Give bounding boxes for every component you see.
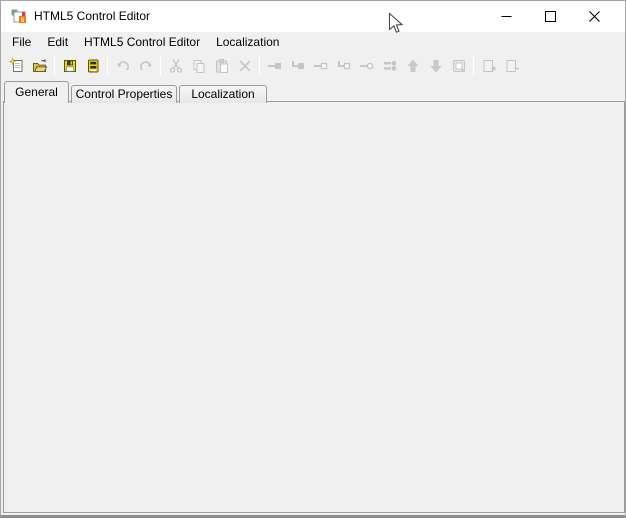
tab-strip: General Control Properties Localization: [4, 81, 269, 103]
redo-icon: [134, 55, 157, 78]
close-button[interactable]: [572, 1, 616, 31]
move-down-icon: [424, 55, 447, 78]
add-localization-icon: [477, 55, 500, 78]
connect-open-icon: [309, 55, 332, 78]
undo-icon: [111, 55, 134, 78]
copy-icon: [187, 55, 210, 78]
save-icon[interactable]: [58, 55, 81, 78]
toolbar: [1, 52, 625, 80]
close-icon: [588, 10, 600, 22]
open-icon[interactable]: [28, 55, 51, 78]
tab-localization[interactable]: Localization: [179, 85, 267, 103]
window-title: HTML5 Control Editor: [34, 9, 151, 23]
remove-localization-icon: [500, 55, 523, 78]
tab-general[interactable]: General: [4, 81, 69, 103]
minimize-button[interactable]: [484, 1, 528, 31]
tab-control-properties[interactable]: Control Properties: [71, 85, 177, 103]
menu-localization[interactable]: Localization: [208, 32, 287, 52]
maximize-button[interactable]: [528, 1, 572, 31]
new-icon[interactable]: [5, 55, 28, 78]
connect-elbow-open-icon: [332, 55, 355, 78]
toolbar-separator: [259, 56, 260, 76]
app-window: 5 HTML5 Control Editor File Edit HTML5 C…: [0, 0, 626, 518]
connect-elbow-filled-icon: [286, 55, 309, 78]
save-all-icon[interactable]: [81, 55, 104, 78]
menu-file[interactable]: File: [4, 32, 39, 52]
toolbar-separator: [54, 56, 55, 76]
connect-filled-icon: [263, 55, 286, 78]
title-bar: 5 HTML5 Control Editor: [1, 1, 625, 32]
menu-html5-control-editor[interactable]: HTML5 Control Editor: [76, 32, 208, 52]
toolbar-separator: [160, 56, 161, 76]
paste-icon: [210, 55, 233, 78]
toolbar-separator: [473, 56, 474, 76]
toolbar-separator: [107, 56, 108, 76]
tab-page-general: [3, 101, 625, 513]
connect-circle-icon: [355, 55, 378, 78]
delete-icon: [233, 55, 256, 78]
move-up-icon: [401, 55, 424, 78]
menu-edit[interactable]: Edit: [39, 32, 76, 52]
app-icon: 5: [11, 9, 26, 24]
cut-icon: [164, 55, 187, 78]
minimize-icon: [501, 15, 511, 17]
bind-properties-icon: [378, 55, 401, 78]
menu-bar: File Edit HTML5 Control Editor Localizat…: [1, 32, 625, 52]
export-icon: [447, 55, 470, 78]
maximize-icon: [544, 10, 556, 22]
